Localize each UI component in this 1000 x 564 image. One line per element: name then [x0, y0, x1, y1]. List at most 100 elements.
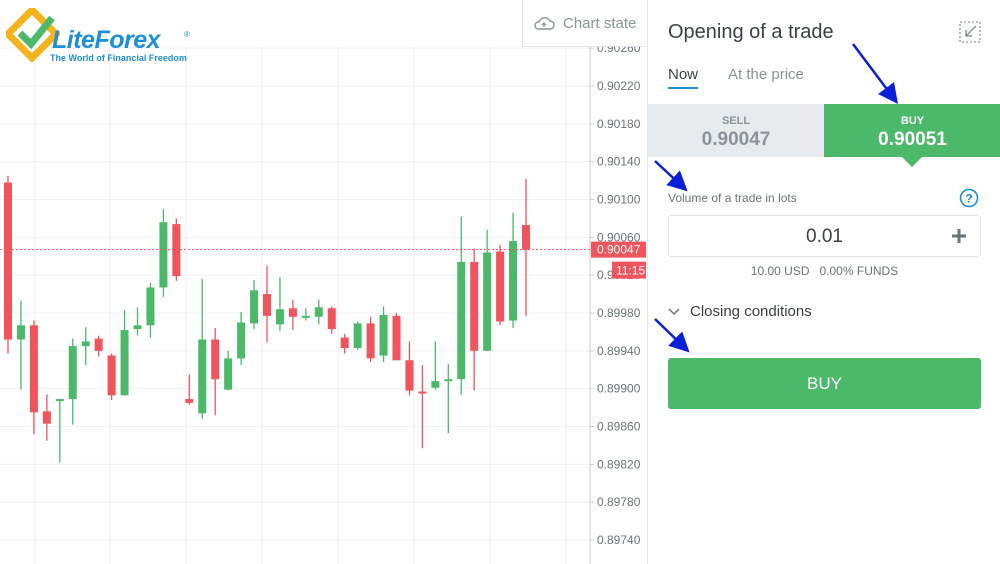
registered-mark: ® [184, 30, 190, 39]
candle [94, 335, 103, 357]
candle [16, 300, 25, 390]
candle [353, 321, 362, 350]
candle [250, 279, 259, 330]
candle-body [366, 323, 375, 359]
candle [301, 308, 310, 321]
candle-body [68, 346, 77, 400]
chart-state-button[interactable]: Chart state [522, 0, 646, 47]
collapse-icon[interactable] [959, 21, 981, 43]
candle-body [4, 182, 12, 340]
candle-body [263, 294, 271, 316]
candle-body [522, 225, 530, 250]
candle [55, 399, 64, 463]
chart-area[interactable]: 0.90260 0.90220 0.90180 0.90140 0.90100 0.900… [0, 0, 647, 564]
buy-label: BUY [900, 115, 925, 127]
sell-label: SELL [721, 115, 751, 127]
help-icon[interactable]: ? [959, 188, 979, 208]
candle [263, 265, 271, 343]
candle [81, 327, 90, 366]
candle-body [81, 341, 90, 347]
y-tick-label: 0.89780 [597, 495, 641, 509]
funds-info: 10.00 USD 0.00% FUNDS [750, 264, 899, 278]
svg-text:?: ? [965, 192, 972, 206]
candle [444, 364, 453, 434]
candle [392, 313, 401, 361]
candle-body [185, 399, 194, 403]
candle [107, 353, 116, 401]
closing-conditions-label: Closing conditions [690, 303, 812, 320]
chevron-down-icon [668, 307, 680, 315]
candle-body [340, 337, 349, 348]
candle [237, 312, 246, 366]
y-tick-label: 0.89860 [597, 420, 641, 434]
candle-body [379, 314, 388, 356]
sell-option[interactable]: SELL 0.90047 [648, 104, 824, 157]
candle-body [288, 308, 297, 317]
candle-body [314, 307, 323, 317]
candle [418, 365, 427, 449]
candle-body [301, 315, 310, 318]
candle [379, 306, 388, 363]
candle-body [224, 358, 233, 390]
candle-body [120, 330, 129, 396]
price-chart[interactable]: 0.902600.902200.901800.901400.901000.900… [0, 0, 647, 564]
candle [288, 299, 297, 331]
candle [133, 307, 142, 336]
candle [405, 341, 414, 396]
candle-body [418, 391, 427, 394]
candle-body [211, 339, 220, 380]
candle-body [16, 325, 25, 340]
candle-body [159, 222, 168, 288]
y-tick-label: 0.89820 [597, 457, 641, 471]
candle-body [470, 261, 479, 351]
y-tick-label: 0.90140 [597, 155, 641, 169]
current-price-label: 0.90047 [597, 243, 641, 257]
y-tick-label: 0.90100 [597, 193, 641, 207]
volume-input[interactable]: 0.01 [668, 215, 981, 257]
candle-body [444, 379, 453, 382]
candle-body [94, 338, 103, 351]
candle [496, 244, 505, 326]
buy-price: 0.90051 [878, 129, 947, 150]
buy-button[interactable]: BUY [668, 358, 981, 409]
candle-body [392, 315, 401, 361]
candle-body [55, 399, 64, 402]
candle [4, 175, 12, 354]
candle-body [431, 381, 440, 388]
candle [224, 350, 233, 391]
candle [366, 316, 375, 363]
candle [198, 278, 207, 419]
candle-body [405, 360, 414, 391]
candle-body [146, 287, 155, 326]
candle-body [250, 290, 259, 324]
chart-state-label: Chart state [563, 14, 637, 32]
trade-panel: Opening of a trade Now At the price SELL… [647, 0, 1000, 564]
candle-body [496, 251, 505, 322]
candle-body [483, 252, 492, 351]
y-tick-label: 0.90180 [597, 117, 641, 131]
candle-body [275, 309, 284, 325]
candle [146, 282, 155, 338]
closing-conditions-toggle[interactable]: Closing conditions [668, 303, 812, 320]
candle [159, 208, 168, 297]
y-tick-label: 0.89900 [597, 382, 641, 396]
candle [29, 320, 38, 435]
candle [68, 338, 77, 425]
tab-at-the-price[interactable]: At the price [728, 66, 804, 83]
candle [470, 248, 479, 391]
candle-body [353, 323, 362, 348]
y-tick-label: 0.89980 [597, 306, 641, 320]
panel-title: Opening of a trade [668, 21, 834, 43]
candle [275, 277, 284, 331]
candle [431, 341, 440, 390]
candle-body [457, 261, 466, 380]
candle [314, 299, 323, 325]
volume-label: Volume of a trade in lots [668, 191, 797, 205]
candle-body [198, 339, 207, 414]
logo-text: LiteForex [52, 26, 161, 54]
buy-option[interactable]: BUY 0.90051 [824, 104, 1000, 157]
volume-value: 0.01 [806, 226, 843, 247]
candle [211, 328, 220, 416]
plus-icon[interactable] [950, 227, 968, 245]
tab-now[interactable]: Now [668, 66, 699, 89]
